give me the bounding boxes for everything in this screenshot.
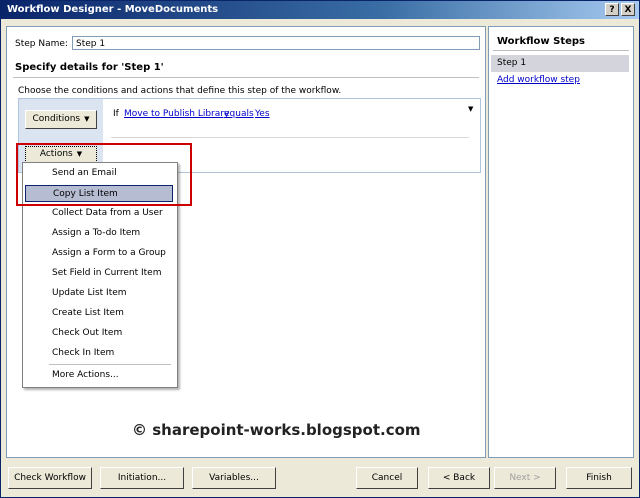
conditions-button[interactable]: Conditions ▼ xyxy=(25,110,97,129)
check-workflow-button[interactable]: Check Workflow xyxy=(8,467,92,489)
sidebar-divider xyxy=(493,50,629,51)
condition-value-link[interactable]: Yes xyxy=(255,109,270,119)
add-workflow-step-link[interactable]: Add workflow step xyxy=(497,75,580,85)
cancel-button[interactable]: Cancel xyxy=(356,467,418,489)
if-keyword: If xyxy=(113,109,119,119)
menu-item-assign-todo[interactable]: Assign a To-do Item xyxy=(25,225,173,242)
help-button[interactable]: ? xyxy=(605,3,619,16)
initiation-button[interactable]: Initiation... xyxy=(100,467,184,489)
step-name-label: Step Name: xyxy=(15,39,68,49)
variables-button[interactable]: Variables... xyxy=(192,467,276,489)
step-name-input[interactable]: Step 1 xyxy=(72,36,480,50)
menu-item-assign-form[interactable]: Assign a Form to a Group xyxy=(25,245,173,262)
title-bar[interactable]: Workflow Designer - MoveDocuments ? X xyxy=(1,1,639,19)
window-title: Workflow Designer - MoveDocuments xyxy=(7,4,219,15)
rule-divider xyxy=(111,137,469,138)
chevron-down-icon: ▼ xyxy=(84,115,90,123)
condition-field-link[interactable]: Move to Publish Library xyxy=(124,109,229,119)
condition-operator-link[interactable]: equals xyxy=(224,109,254,119)
details-heading: Specify details for 'Step 1' xyxy=(15,62,164,73)
highlight-annotation-box xyxy=(16,143,192,206)
sidebar-item-step-1[interactable]: Step 1 xyxy=(491,55,629,72)
workflow-steps-sidebar: Workflow Steps Step 1 Add workflow step xyxy=(488,26,634,458)
condition-options-dropdown-icon[interactable]: ▼ xyxy=(468,105,473,113)
finish-button[interactable]: Finish xyxy=(566,467,632,489)
menu-item-set-field[interactable]: Set Field in Current Item xyxy=(25,265,173,282)
watermark-text: © sharepoint-works.blogspot.com xyxy=(132,421,421,439)
sidebar-step-label: Step 1 xyxy=(497,58,527,68)
menu-item-check-out[interactable]: Check Out Item xyxy=(25,325,173,342)
menu-separator xyxy=(49,364,171,365)
divider xyxy=(13,77,479,78)
menu-item-more-actions[interactable]: More Actions... xyxy=(25,367,173,384)
back-button[interactable]: < Back xyxy=(428,467,490,489)
close-button[interactable]: X xyxy=(621,3,635,16)
sidebar-title: Workflow Steps xyxy=(497,36,586,47)
next-button: Next > xyxy=(494,467,556,489)
menu-item-check-in[interactable]: Check In Item xyxy=(25,345,173,362)
menu-item-collect-data[interactable]: Collect Data from a User xyxy=(25,205,173,222)
menu-item-update-list-item[interactable]: Update List Item xyxy=(25,285,173,302)
conditions-label: Conditions xyxy=(32,114,81,124)
menu-item-create-list-item[interactable]: Create List Item xyxy=(25,305,173,322)
instructions-text: Choose the conditions and actions that d… xyxy=(18,86,342,96)
